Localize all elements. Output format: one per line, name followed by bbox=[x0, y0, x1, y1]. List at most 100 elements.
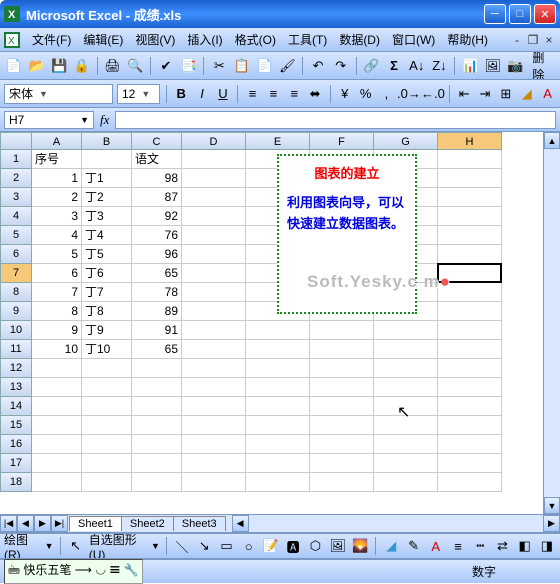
cell[interactable] bbox=[82, 435, 132, 454]
cell[interactable] bbox=[32, 416, 82, 435]
preview-icon[interactable]: 🔍 bbox=[125, 56, 145, 76]
sheet-tab[interactable]: Sheet2 bbox=[121, 516, 174, 531]
menu-item[interactable]: 编辑(E) bbox=[77, 31, 129, 49]
cell[interactable] bbox=[82, 378, 132, 397]
cell[interactable]: 5 bbox=[32, 245, 82, 264]
increase-decimal-icon[interactable]: .0→ bbox=[399, 84, 419, 104]
cell[interactable] bbox=[310, 359, 374, 378]
cell[interactable]: 丁5 bbox=[82, 245, 132, 264]
paste-icon[interactable]: 📄 bbox=[255, 56, 275, 76]
clipart-icon[interactable]: 🖼 bbox=[329, 536, 348, 556]
horizontal-scrollbar[interactable]: ◀ ▶ bbox=[232, 515, 560, 532]
cell[interactable] bbox=[374, 340, 438, 359]
cell[interactable] bbox=[374, 435, 438, 454]
row-header[interactable]: 14 bbox=[0, 397, 32, 416]
cell[interactable] bbox=[246, 359, 310, 378]
cell[interactable] bbox=[438, 226, 502, 245]
cell[interactable]: 1 bbox=[32, 169, 82, 188]
dash-style-icon[interactable]: ┅ bbox=[471, 536, 489, 556]
cell[interactable]: 6 bbox=[32, 264, 82, 283]
row-header[interactable]: 9 bbox=[0, 302, 32, 321]
cell[interactable] bbox=[182, 340, 246, 359]
cell[interactable] bbox=[132, 454, 182, 473]
indent-icon[interactable]: ⇤ bbox=[456, 84, 473, 104]
hyperlink-icon[interactable]: 🔗 bbox=[362, 56, 382, 76]
menu-item[interactable]: 文件(F) bbox=[26, 31, 77, 49]
cell[interactable] bbox=[374, 454, 438, 473]
font-color-icon[interactable]: A bbox=[539, 84, 556, 104]
underline-icon[interactable]: U bbox=[215, 84, 232, 104]
cell[interactable] bbox=[82, 397, 132, 416]
cell[interactable] bbox=[438, 321, 502, 340]
cell[interactable] bbox=[182, 226, 246, 245]
textbox-icon[interactable]: 📝 bbox=[262, 536, 280, 556]
cell[interactable] bbox=[132, 473, 182, 492]
autosum-icon[interactable]: Σ bbox=[384, 56, 404, 76]
sheet-tab[interactable]: Sheet3 bbox=[173, 516, 226, 531]
row-header[interactable]: 1 bbox=[0, 150, 32, 169]
menu-item[interactable]: 插入(I) bbox=[181, 31, 228, 49]
column-header[interactable]: F bbox=[310, 132, 374, 150]
cell[interactable] bbox=[246, 454, 310, 473]
column-header[interactable]: B bbox=[82, 132, 132, 150]
menu-item[interactable]: 窗口(W) bbox=[386, 31, 441, 49]
scroll-right-icon[interactable]: ▶ bbox=[543, 515, 560, 532]
cell[interactable]: 76 bbox=[132, 226, 182, 245]
align-left-icon[interactable]: ≡ bbox=[244, 84, 261, 104]
name-box[interactable]: H7▼ bbox=[4, 111, 94, 129]
currency-icon[interactable]: ¥ bbox=[336, 84, 353, 104]
formula-input[interactable] bbox=[115, 111, 556, 129]
cell[interactable] bbox=[182, 359, 246, 378]
cell[interactable] bbox=[374, 378, 438, 397]
cell[interactable] bbox=[182, 435, 246, 454]
cell[interactable] bbox=[132, 378, 182, 397]
picture-icon[interactable]: 🌄 bbox=[351, 536, 369, 556]
camera-icon[interactable]: 📷 bbox=[506, 56, 526, 76]
menu-item[interactable]: 视图(V) bbox=[129, 31, 181, 49]
cell[interactable] bbox=[32, 359, 82, 378]
cell[interactable]: 语文 bbox=[132, 150, 182, 169]
cell[interactable] bbox=[32, 397, 82, 416]
cell[interactable] bbox=[438, 473, 502, 492]
tab-first-icon[interactable]: |◀ bbox=[0, 515, 17, 532]
cell[interactable] bbox=[438, 340, 502, 359]
cell[interactable] bbox=[438, 245, 502, 264]
menu-item[interactable]: 帮助(H) bbox=[441, 31, 494, 49]
cell[interactable]: 65 bbox=[132, 340, 182, 359]
column-header[interactable]: G bbox=[374, 132, 438, 150]
cell[interactable]: 丁8 bbox=[82, 302, 132, 321]
italic-icon[interactable]: I bbox=[194, 84, 211, 104]
select-objects-icon[interactable]: ↖ bbox=[67, 536, 85, 556]
cell[interactable] bbox=[32, 454, 82, 473]
cell[interactable] bbox=[82, 454, 132, 473]
cell[interactable] bbox=[438, 207, 502, 226]
cell[interactable]: 8 bbox=[32, 302, 82, 321]
cell[interactable] bbox=[182, 302, 246, 321]
format-painter-icon[interactable]: 🖌 bbox=[278, 56, 298, 76]
cell[interactable]: 7 bbox=[32, 283, 82, 302]
font-size-combo[interactable]: 12▼ bbox=[117, 84, 160, 104]
diagram-icon[interactable]: ⬡ bbox=[306, 536, 324, 556]
doc-minimize-button[interactable]: - bbox=[510, 33, 524, 47]
row-header[interactable]: 8 bbox=[0, 283, 32, 302]
cell[interactable] bbox=[310, 321, 374, 340]
cell[interactable]: 丁7 bbox=[82, 283, 132, 302]
menu-item[interactable]: 数据(D) bbox=[333, 31, 386, 49]
oval-icon[interactable]: ○ bbox=[240, 536, 258, 556]
close-button[interactable]: ✕ bbox=[534, 4, 556, 24]
rectangle-icon[interactable]: ▭ bbox=[217, 536, 235, 556]
cell[interactable] bbox=[82, 359, 132, 378]
row-header[interactable]: 11 bbox=[0, 340, 32, 359]
cell[interactable]: 丁10 bbox=[82, 340, 132, 359]
row-header[interactable]: 16 bbox=[0, 435, 32, 454]
cell[interactable] bbox=[182, 397, 246, 416]
cell[interactable] bbox=[374, 359, 438, 378]
column-header[interactable]: D bbox=[182, 132, 246, 150]
cell[interactable] bbox=[182, 283, 246, 302]
cell[interactable]: 9 bbox=[32, 321, 82, 340]
row-header[interactable]: 7 bbox=[0, 264, 32, 283]
sort-asc-icon[interactable]: A↓ bbox=[407, 56, 427, 76]
cell[interactable] bbox=[132, 359, 182, 378]
row-header[interactable]: 2 bbox=[0, 169, 32, 188]
spellcheck-icon[interactable]: ✔ bbox=[156, 56, 176, 76]
